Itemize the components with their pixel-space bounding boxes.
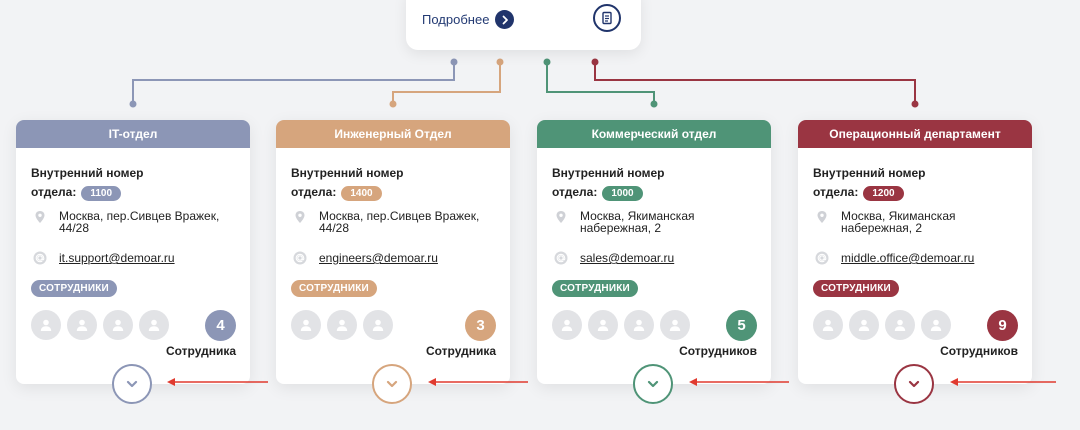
expand-button[interactable]: [894, 364, 934, 404]
department-email-link[interactable]: engineers@demoar.ru: [319, 251, 438, 265]
chevron-down-icon: [386, 380, 398, 388]
staff-count-label: Сотрудника: [165, 344, 236, 358]
at-sign-icon: [815, 251, 829, 265]
more-link[interactable]: Подробнее: [422, 10, 515, 29]
top-card: Подробнее: [406, 0, 641, 50]
user-avatar-icon: [921, 310, 951, 340]
avatar-list: [291, 310, 393, 340]
chevron-down-icon: [126, 380, 138, 388]
department-card-3: Коммерческий отдел Внутренний номер отде…: [537, 120, 771, 404]
location-pin-icon: [35, 211, 45, 223]
staff-count-badge: 9: [987, 310, 1018, 341]
at-sign-icon: [554, 251, 568, 265]
inner-number-label: Внутренний номер отдела: 1000: [552, 166, 665, 201]
at-sign-icon: [293, 251, 307, 265]
staff-tag: СОТРУДНИКИ: [291, 280, 377, 297]
inner-number-label: Внутренний номер отдела: 1400: [291, 166, 404, 201]
location-pin-icon: [817, 211, 827, 223]
department-number-badge: 1400: [341, 186, 382, 201]
chevron-down-icon: [647, 380, 659, 388]
user-avatar-icon: [552, 310, 582, 340]
department-email-link[interactable]: it.support@demoar.ru: [59, 251, 175, 265]
document-icon[interactable]: [593, 4, 621, 32]
department-address: Москва, Якиманская набережная, 2: [580, 209, 695, 235]
staff-count-label: Сотрудников: [679, 344, 757, 358]
chevron-right-icon: [495, 10, 515, 29]
at-sign-icon: [33, 251, 47, 265]
staff-count-badge: 4: [205, 310, 236, 341]
user-avatar-icon: [67, 310, 97, 340]
user-avatar-icon: [813, 310, 843, 340]
user-avatar-icon: [849, 310, 879, 340]
department-title: Инженерный Отдел: [276, 120, 510, 148]
department-number-badge: 1000: [602, 186, 643, 201]
user-avatar-icon: [624, 310, 654, 340]
more-label: Подробнее: [422, 12, 490, 27]
user-avatar-icon: [291, 310, 321, 340]
user-avatar-icon: [588, 310, 618, 340]
user-avatar-icon: [660, 310, 690, 340]
user-avatar-icon: [31, 310, 61, 340]
staff-tag: СОТРУДНИКИ: [813, 280, 899, 297]
expand-button[interactable]: [112, 364, 152, 404]
department-card-2: Инженерный Отдел Внутренний номер отдела…: [276, 120, 510, 404]
department-card-4: Операционный департамент Внутренний номе…: [798, 120, 1032, 404]
inner-number-label: Внутренний номер отдела: 1200: [813, 166, 926, 201]
staff-tag: СОТРУДНИКИ: [31, 280, 117, 297]
department-number-badge: 1100: [81, 186, 122, 201]
department-card-1: IT-отдел Внутренний номер отдела: 1100 Мо…: [16, 120, 250, 404]
department-number-badge: 1200: [863, 186, 904, 201]
department-title: Операционный департамент: [798, 120, 1032, 148]
avatar-list: [31, 310, 169, 340]
staff-count-label: Сотрудника: [425, 344, 496, 358]
staff-tag: СОТРУДНИКИ: [552, 280, 638, 297]
user-avatar-icon: [103, 310, 133, 340]
department-address: Москва, пер.Сивцев Вражек, 44/28: [59, 209, 220, 235]
location-pin-icon: [295, 211, 305, 223]
department-address: Москва, Якиманская набережная, 2: [841, 209, 956, 235]
department-email-link[interactable]: middle.office@demoar.ru: [841, 251, 974, 265]
staff-count-badge: 3: [465, 310, 496, 341]
expand-button[interactable]: [372, 364, 412, 404]
department-address: Москва, пер.Сивцев Вражек, 44/28: [319, 209, 480, 235]
user-avatar-icon: [363, 310, 393, 340]
inner-number-label: Внутренний номер отдела: 1100: [31, 166, 144, 201]
avatar-list: [552, 310, 690, 340]
department-title: Коммерческий отдел: [537, 120, 771, 148]
department-email-link[interactable]: sales@demoar.ru: [580, 251, 674, 265]
staff-count-label: Сотрудников: [940, 344, 1018, 358]
user-avatar-icon: [139, 310, 169, 340]
chevron-down-icon: [908, 380, 920, 388]
expand-button[interactable]: [633, 364, 673, 404]
location-pin-icon: [556, 211, 566, 223]
user-avatar-icon: [327, 310, 357, 340]
staff-count-badge: 5: [726, 310, 757, 341]
department-title: IT-отдел: [16, 120, 250, 148]
user-avatar-icon: [885, 310, 915, 340]
avatar-list: [813, 310, 951, 340]
